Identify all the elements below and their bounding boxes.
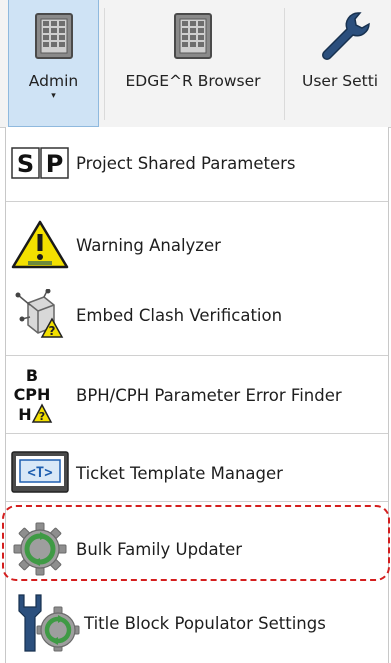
menu-item-label: Bulk Family Updater — [76, 539, 243, 559]
menu-item-label: BPH/CPH Parameter Error Finder — [76, 385, 342, 405]
menu-item-embed-clash-verification[interactable]: ? Embed Clash Verification — [6, 287, 388, 343]
sp-icon-p: P — [46, 150, 64, 178]
menu-item-bph-cph-error-finder[interactable]: B CPH H ? BPH/CPH Parameter Error Finder — [6, 366, 388, 424]
user-settings-ribbon-label: User Setti — [302, 72, 379, 90]
gear-refresh-icon — [8, 521, 72, 577]
menu-item-ticket-template-manager[interactable]: <T> Ticket Template Manager — [6, 445, 388, 501]
sp-icon-s: S — [17, 150, 34, 178]
menu-item-title-block-populator-settings[interactable]: Title Block Populator Settings — [6, 594, 388, 652]
svg-text:?: ? — [49, 324, 56, 338]
embed-clash-icon: ? — [8, 287, 72, 343]
bph-icon-cph: CPH — [14, 385, 51, 404]
svg-text:?: ? — [39, 410, 45, 423]
ribbon-divider — [284, 8, 285, 120]
edge-browser-ribbon-label: EDGE^R Browser — [125, 72, 261, 90]
panel-grid-icon — [173, 8, 213, 64]
menu-divider — [6, 501, 388, 502]
user-settings-ribbon-button[interactable]: User Setti — [292, 0, 391, 127]
menu-item-warning-analyzer[interactable]: Warning Analyzer — [6, 217, 388, 273]
ribbon-bar: Admin ▾ EDGE^R Browser User Setti — [0, 0, 391, 128]
menu-item-label: Embed Clash Verification — [76, 305, 283, 325]
menu-item-project-shared-parameters[interactable]: S P Project Shared Parameters — [6, 135, 388, 191]
warning-icon — [8, 217, 72, 273]
sp-icon: S P — [8, 135, 72, 191]
bph-icon-h: H — [18, 405, 31, 424]
admin-ribbon-label: Admin — [28, 72, 79, 90]
wrench-gear-icon — [8, 594, 84, 652]
ticket-template-icon: <T> — [8, 445, 72, 501]
menu-item-label: Ticket Template Manager — [76, 463, 283, 483]
chevron-down-icon: ▾ — [51, 91, 56, 101]
menu-item-label: Project Shared Parameters — [76, 153, 296, 173]
menu-divider — [6, 433, 388, 434]
menu-item-label: Title Block Populator Settings — [84, 613, 326, 633]
wrench-icon — [318, 8, 372, 64]
bph-icon-b: B — [26, 366, 38, 385]
ticket-icon-tag: <T> — [27, 465, 52, 481]
bph-cph-icon: B CPH H ? — [8, 366, 72, 424]
admin-ribbon-button[interactable]: Admin ▾ — [8, 0, 99, 127]
menu-divider — [6, 355, 388, 356]
edge-browser-ribbon-button[interactable]: EDGE^R Browser — [108, 0, 278, 127]
ribbon-divider — [104, 8, 105, 120]
admin-dropdown-menu: S P Project Shared Parameters Warning An… — [5, 127, 389, 663]
menu-item-bulk-family-updater[interactable]: Bulk Family Updater — [6, 521, 388, 577]
menu-item-label: Warning Analyzer — [76, 235, 221, 255]
menu-divider — [6, 201, 388, 202]
panel-grid-icon — [34, 8, 74, 64]
